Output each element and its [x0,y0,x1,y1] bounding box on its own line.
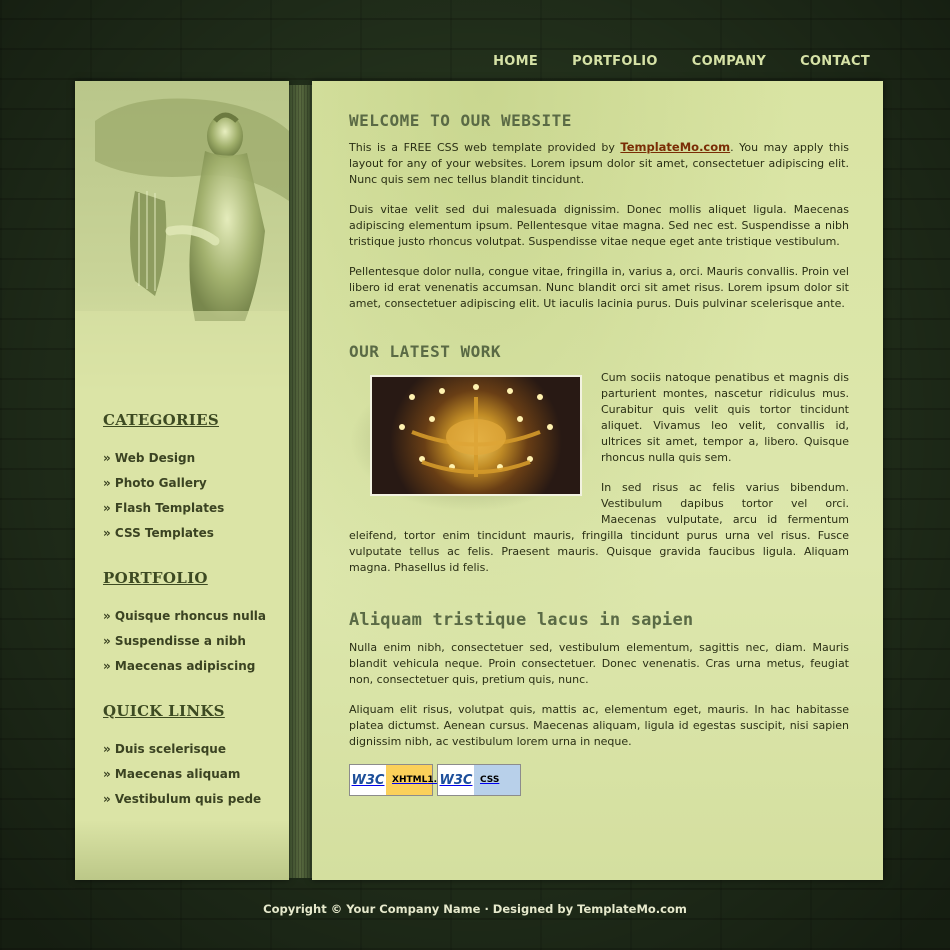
list-item: » Duis scelerisque [103,738,283,763]
chandelier-image [370,375,582,496]
quick-links-section: QUICK LINKS » Duis scelerisque » Maecena… [103,702,283,813]
quick-link-3[interactable]: » Vestibulum quis pede [103,792,261,806]
category-web-design[interactable]: » Web Design [103,451,195,465]
nav-portfolio[interactable]: PORTFOLIO [555,54,675,69]
quick-links-title: QUICK LINKS [103,702,225,720]
quick-links-list: » Duis scelerisque » Maecenas aliquam » … [103,738,283,813]
list-item: » Photo Gallery [103,472,283,497]
w3c-logo-icon: W3C [350,765,386,795]
sidebar: CATEGORIES » Web Design » Photo Gallery … [75,81,289,880]
quick-link-1[interactable]: » Duis scelerisque [103,742,226,756]
xhtml-label: XHTML 1.0 [386,765,443,795]
list-item: » Quisque rhoncus nulla [103,605,283,630]
welcome-paragraph-3: Pellentesque dolor nulla, congue vitae, … [349,265,849,310]
xhtml-valid-badge[interactable]: W3C XHTML 1.0 [349,764,443,796]
column-divider [289,85,312,878]
category-flash-templates[interactable]: » Flash Templates [103,501,224,515]
categories-section: CATEGORIES » Web Design » Photo Gallery … [103,411,283,547]
aliquam-paragraph-2: Aliquam elit risus, volutpat quis, matti… [349,703,849,748]
latest-work-section: Cum sociis natoque penatibus et magnis d… [349,370,849,576]
portfolio-link-2[interactable]: » Suspendisse a nibh [103,634,246,648]
top-navigation: HOME PORTFOLIO COMPANY CONTACT [476,54,870,69]
content-area: WELCOME TO OUR WEBSITE This is a FREE CS… [349,111,849,796]
list-item: » Vestibulum quis pede [103,788,283,813]
footer: Copyright © Your Company Name · Designed… [0,902,950,916]
w3c-logo-icon: W3C [438,765,474,795]
category-css-templates[interactable]: » CSS Templates [103,526,214,540]
list-item: » Web Design [103,447,283,472]
css-valid-badge[interactable]: W3C CSS [437,764,521,796]
footer-text: Copyright © Your Company Name · Designed… [263,902,687,916]
css-label: CSS [474,765,520,795]
sidebar-bottom-decoration [75,820,289,880]
categories-title: CATEGORIES [103,411,219,429]
list-item: » Maecenas aliquam [103,763,283,788]
portfolio-title: PORTFOLIO [103,569,208,587]
nav-contact[interactable]: CONTACT [783,54,870,69]
welcome-paragraph-1: This is a FREE CSS web template provided… [349,139,849,188]
welcome-paragraph-2: Duis vitae velit sed dui malesuada digni… [349,203,849,248]
welcome-title: WELCOME TO OUR WEBSITE [349,111,572,130]
validation-badges: W3C XHTML 1.0 W3C CSS [349,764,849,796]
aliquam-paragraph-1: Nulla enim nibh, consectetuer sed, vesti… [349,641,849,686]
list-item: » Maecenas adipiscing [103,655,283,680]
nav-home[interactable]: HOME [476,54,555,69]
portfolio-section: PORTFOLIO » Quisque rhoncus nulla » Susp… [103,569,283,680]
list-item: » CSS Templates [103,522,283,547]
aliquam-title: Aliquam tristique lacus in sapien [349,610,694,630]
nav-company[interactable]: COMPANY [675,54,783,69]
portfolio-link-1[interactable]: » Quisque rhoncus nulla [103,609,266,623]
category-photo-gallery[interactable]: » Photo Gallery [103,476,207,490]
statue-illustration [75,81,289,391]
templatemo-link[interactable]: TemplateMo.com [620,140,730,154]
xhtml-label-line-1: XHTML [392,775,428,785]
chandelier-icon [399,384,553,477]
latest-work-title: OUR LATEST WORK [349,342,501,361]
main-content: WELCOME TO OUR WEBSITE This is a FREE CS… [312,81,883,880]
portfolio-link-3[interactable]: » Maecenas adipiscing [103,659,255,673]
list-item: » Suspendisse a nibh [103,630,283,655]
list-item: » Flash Templates [103,497,283,522]
portfolio-list: » Quisque rhoncus nulla » Suspendisse a … [103,605,283,680]
work-image-frame [349,370,591,512]
categories-list: » Web Design » Photo Gallery » Flash Tem… [103,447,283,547]
quick-link-2[interactable]: » Maecenas aliquam [103,767,240,781]
welcome-text-before: This is a FREE CSS web template provided… [349,141,621,154]
